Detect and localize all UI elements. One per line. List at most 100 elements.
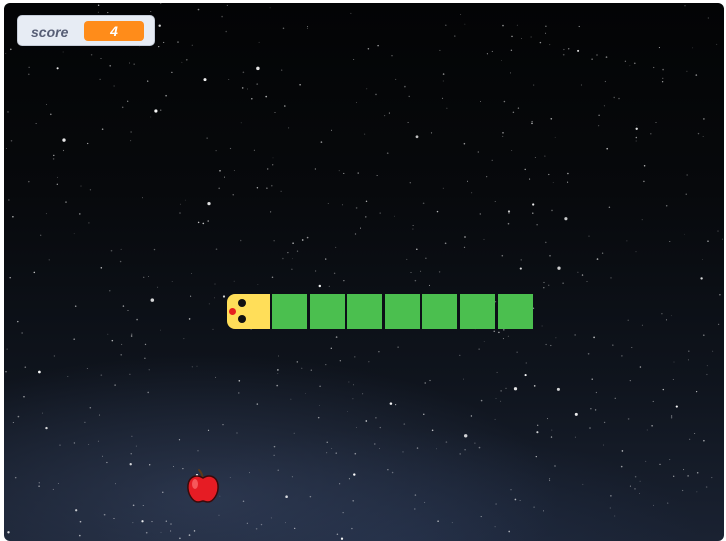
star [148, 369, 150, 371]
star [612, 344, 614, 346]
star [266, 187, 268, 189]
star [650, 132, 652, 135]
star [352, 499, 355, 502]
star [107, 12, 109, 14]
star [416, 447, 419, 449]
star [536, 224, 538, 226]
star [197, 8, 200, 11]
star [535, 455, 537, 458]
star [683, 469, 685, 471]
game-stage[interactable]: score 4 [4, 3, 724, 541]
star [170, 530, 172, 532]
star [495, 398, 497, 399]
star [500, 390, 502, 392]
star [35, 122, 37, 124]
star [278, 355, 279, 357]
star [502, 24, 504, 27]
star [214, 297, 215, 299]
star [393, 215, 395, 217]
star [145, 531, 148, 534]
star [74, 305, 77, 307]
star [430, 132, 433, 134]
star [48, 259, 50, 261]
star [545, 343, 547, 346]
star [7, 111, 9, 113]
star [502, 132, 504, 134]
star [705, 486, 708, 488]
star [52, 158, 55, 160]
star [509, 72, 511, 74]
star [215, 248, 218, 250]
star [610, 495, 612, 497]
star [135, 445, 137, 447]
star [181, 61, 183, 63]
star [158, 24, 161, 27]
star [702, 258, 703, 260]
starfield-background [5, 3, 723, 540]
star [437, 520, 439, 522]
star [338, 483, 341, 485]
star [686, 70, 688, 72]
star [697, 132, 700, 135]
snake-head [227, 294, 270, 329]
star [24, 366, 27, 368]
star [285, 522, 286, 524]
star [130, 333, 133, 336]
star [351, 527, 353, 530]
star [550, 117, 553, 120]
star [132, 522, 134, 524]
star [702, 334, 705, 337]
star [218, 187, 221, 190]
star [464, 23, 466, 25]
star [359, 227, 362, 229]
star [513, 387, 518, 391]
snake-body-segment [498, 294, 533, 329]
star [652, 400, 654, 402]
star [173, 466, 174, 467]
star [510, 49, 513, 51]
star [496, 371, 498, 373]
star [318, 284, 322, 288]
star [549, 480, 551, 482]
star [610, 277, 612, 279]
star [149, 464, 151, 466]
star [53, 154, 55, 157]
star [53, 355, 56, 357]
star [491, 159, 493, 161]
star [388, 112, 390, 114]
star [604, 80, 607, 83]
star [330, 129, 333, 131]
star [365, 420, 368, 422]
star [79, 534, 81, 537]
star [365, 200, 368, 202]
star [150, 298, 155, 302]
star [407, 121, 409, 124]
star [107, 333, 109, 335]
snake-body-segment [347, 294, 382, 329]
star [5, 53, 7, 54]
star [498, 331, 500, 334]
star [631, 346, 633, 349]
star [84, 421, 86, 424]
star [101, 455, 103, 457]
star [179, 203, 181, 205]
star [86, 368, 88, 369]
star [567, 48, 570, 50]
star [662, 68, 664, 71]
star [477, 151, 479, 153]
star [299, 83, 301, 86]
star [379, 426, 381, 429]
star [627, 418, 630, 420]
star [653, 504, 654, 506]
star [282, 27, 285, 30]
star [338, 170, 340, 172]
star [239, 239, 242, 242]
star [531, 120, 533, 123]
star [228, 79, 230, 80]
star [519, 500, 521, 501]
star [420, 270, 422, 272]
star [552, 182, 554, 183]
star [343, 280, 345, 282]
star [14, 476, 17, 479]
star [355, 427, 357, 429]
